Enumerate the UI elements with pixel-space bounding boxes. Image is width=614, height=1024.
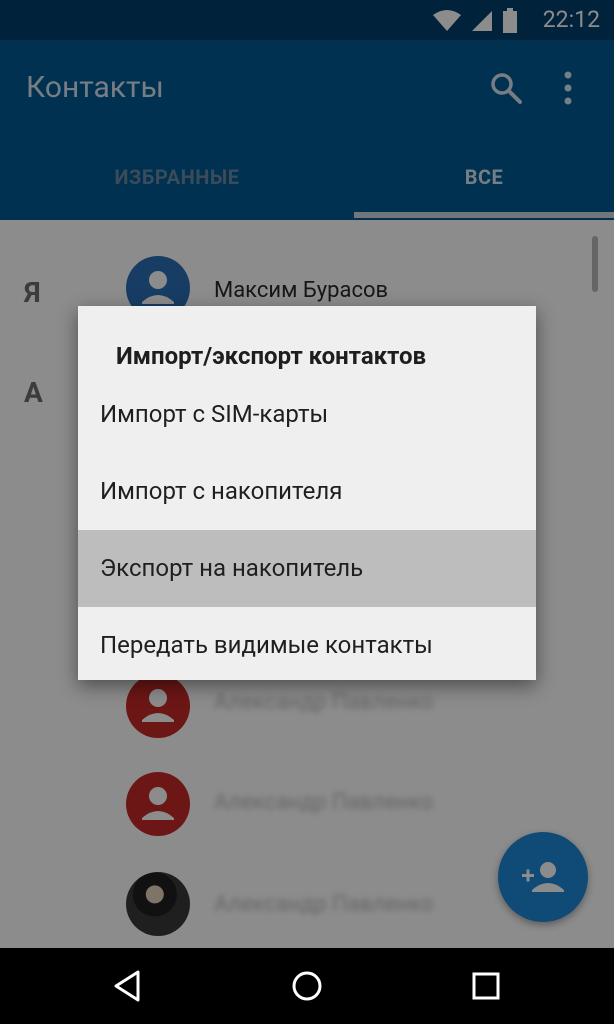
import-export-dialog: Импорт/экспорт контактов Импорт с SIM-ка… — [78, 306, 536, 680]
menu-item-share-visible[interactable]: Передать видимые контакты — [78, 607, 536, 684]
dialog-title: Импорт/экспорт контактов — [116, 342, 427, 370]
menu-item-import-sim[interactable]: Импорт с SIM-карты — [78, 376, 536, 453]
recents-icon[interactable] — [466, 966, 506, 1006]
menu-item-import-storage[interactable]: Импорт с накопителя — [78, 453, 536, 530]
navigation-bar — [0, 948, 614, 1024]
back-icon[interactable] — [108, 966, 148, 1006]
home-icon[interactable] — [287, 966, 327, 1006]
menu-item-export-storage[interactable]: Экспорт на накопитель — [78, 530, 536, 607]
